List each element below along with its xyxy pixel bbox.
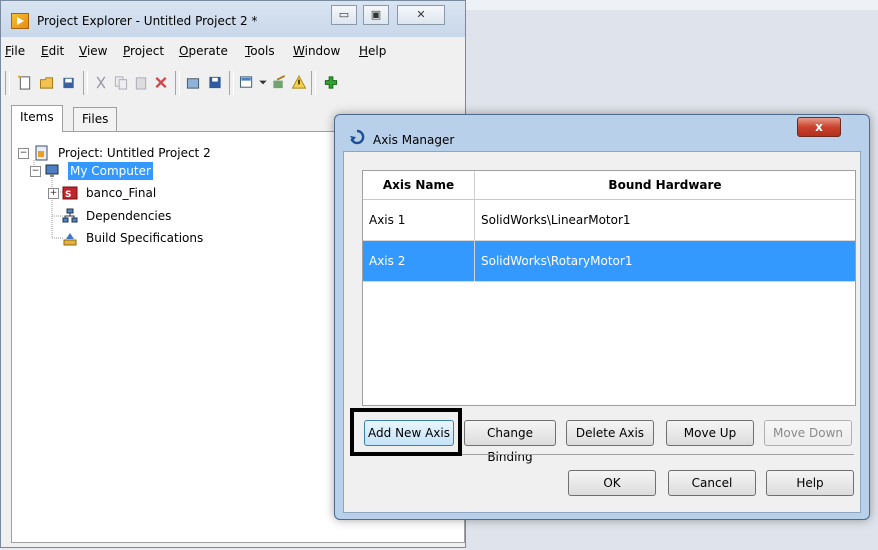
toolbar-grip [5,71,10,95]
tree-label-project: Project: Untitled Project 2 [58,146,211,160]
save-all-icon[interactable] [61,75,77,90]
computer-icon [45,164,59,177]
minimize-button[interactable]: ▭ [331,5,357,25]
menu-window[interactable]: Window [293,44,340,58]
maximize-button[interactable]: ▣ [363,5,389,25]
desktop-strip [466,0,878,10]
menu-project[interactable]: Project [123,44,164,58]
menu-bar: File Edit View Project Operate Tools Win… [1,41,465,63]
open-folder-icon[interactable] [39,75,55,90]
toolbar-separator [229,71,234,95]
toolbar-separator [83,71,88,95]
ok-button[interactable]: OK [568,470,656,496]
menu-file[interactable]: File [5,44,25,58]
change-binding-button[interactable]: Change Binding [464,420,556,464]
close-button[interactable]: ✕ [397,5,445,25]
svg-text:S: S [65,190,71,200]
new-file-icon[interactable] [17,75,33,90]
save-project-icon[interactable] [207,75,223,90]
axis-table: Axis Name Bound Hardware Axis 1 SolidWor… [362,170,856,406]
axis-name-cell: Axis 1 [369,213,406,227]
cancel-button[interactable]: Cancel [668,470,756,496]
expand-icon[interactable]: + [48,188,59,199]
menu-tools[interactable]: Tools [245,44,275,58]
minimize-icon: ▭ [338,8,350,21]
warning-icon[interactable] [291,75,307,90]
delete-axis-button[interactable]: Delete Axis [566,420,654,446]
properties-icon[interactable] [271,75,287,90]
highlight-box [350,408,462,456]
tab-items[interactable]: Items [11,105,63,132]
axis-table-header: Axis Name Bound Hardware [363,171,855,200]
collapse-icon[interactable]: − [30,166,41,177]
close-button[interactable]: x [797,117,841,137]
move-up-button[interactable]: Move Up [666,420,754,446]
chevron-down-icon[interactable] [255,75,271,90]
table-row-selected[interactable]: Axis 2 SolidWorks\RotaryMotor1 [363,241,855,282]
bound-hardware-cell: SolidWorks\RotaryMotor1 [481,254,633,268]
help-button[interactable]: Help [766,470,854,496]
project-explorer-titlebar[interactable]: Project Explorer - Untitled Project 2 * … [1,1,465,37]
solidworks-assembly-icon: S [62,186,78,200]
column-divider [474,171,475,281]
menu-view[interactable]: View [79,44,107,58]
axis-manager-body: Axis Name Bound Hardware Axis 1 SolidWor… [343,151,861,513]
cut-icon[interactable] [93,75,109,90]
collapse-icon[interactable]: − [18,148,29,159]
paste-icon[interactable] [133,75,149,90]
table-row[interactable]: Axis 1 SolidWorks\LinearMotor1 [363,200,855,241]
project-explorer-title: Project Explorer - Untitled Project 2 * [37,14,258,28]
axis-manager-icon [350,129,365,145]
tab-files[interactable]: Files [73,107,118,132]
build-specifications-icon [63,233,77,246]
project-build-icon[interactable] [185,75,201,90]
tree-label-build-specifications: Build Specifications [86,231,204,245]
axis-name-cell: Axis 2 [369,254,406,268]
toolbar-separator [175,71,180,95]
axis-manager-title: Axis Manager [373,133,455,147]
toolbar-separator [311,71,316,95]
tree-label-my-computer: My Computer [68,162,153,180]
bound-hardware-cell: SolidWorks\LinearMotor1 [481,213,631,227]
tree-label-banco-final: banco_Final [86,186,157,200]
menu-help[interactable]: Help [359,44,386,58]
add-plus-icon[interactable] [323,75,339,90]
menu-edit[interactable]: Edit [41,44,64,58]
column-header-axis-name[interactable]: Axis Name [363,171,474,199]
move-down-button[interactable]: Move Down [764,420,852,446]
project-icon [35,145,48,161]
copy-icon[interactable] [113,75,129,90]
toolbar [5,67,463,97]
close-icon: x [815,120,823,134]
column-header-bound-hardware[interactable]: Bound Hardware [475,171,855,199]
close-icon: ✕ [416,8,426,21]
axis-manager-dialog: Axis Manager x Axis Name Bound Hardware … [334,114,870,520]
delete-icon[interactable] [153,75,169,90]
view-options-icon[interactable] [239,75,255,90]
maximize-icon: ▣ [370,8,382,21]
tree-label-dependencies: Dependencies [86,209,172,223]
dependencies-icon [62,208,78,223]
menu-operate[interactable]: Operate [179,44,228,58]
labview-project-icon [11,13,29,29]
